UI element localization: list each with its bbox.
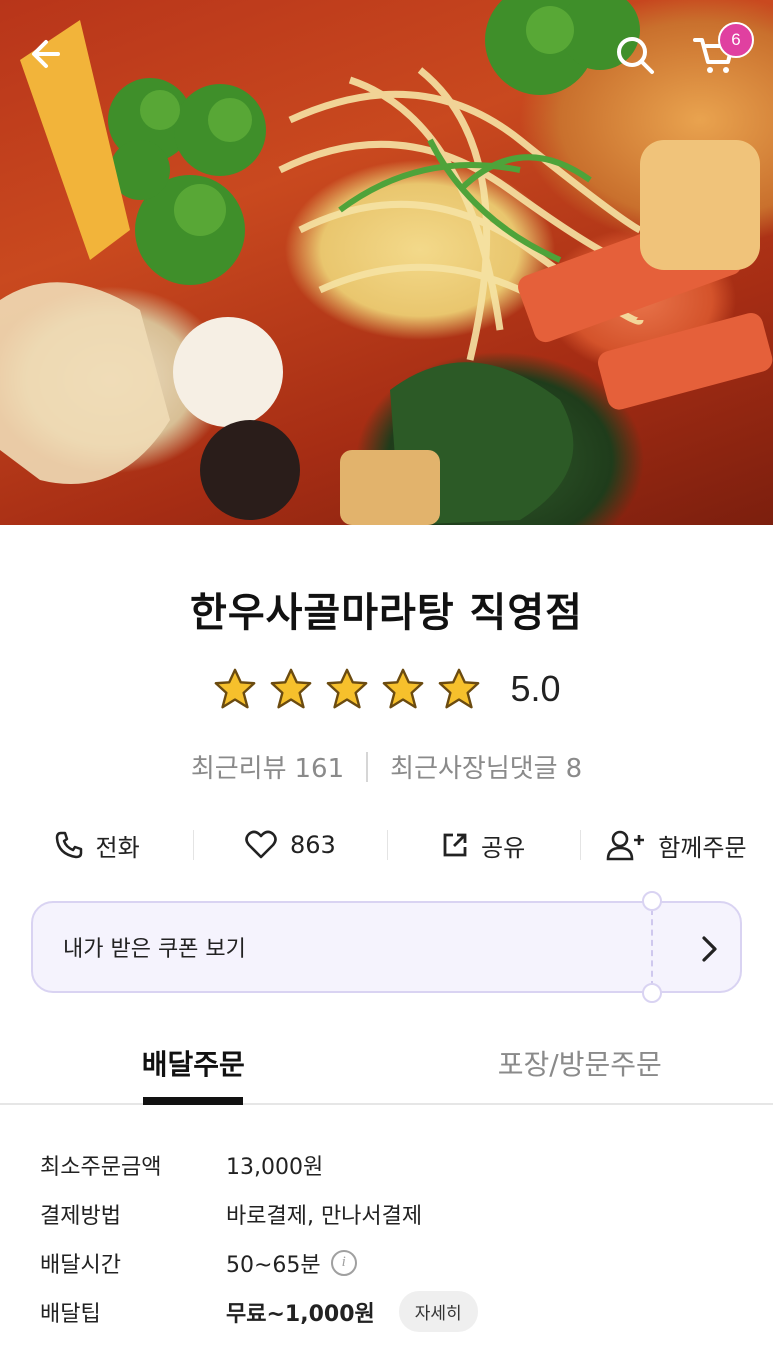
owner-replies-label: 최근사장님댓글 [390,754,558,784]
owner-replies-link[interactable]: 최근사장님댓글 8 [390,748,582,785]
delivery-tip-value: 무료~1,000원 [226,1301,375,1327]
rating-value: 5.0 [510,668,561,709]
like-count: 863 [289,831,336,859]
share-icon [443,833,467,857]
like-button[interactable]: 863 [193,818,386,872]
share-label: 공유 [481,833,526,862]
store-actions: 전화 863 공유 함께주문 [0,818,773,872]
info-row-min-order: 최소주문금액 13,000원 [40,1140,740,1189]
store-name: 한우사골마라탕 직영점 [190,590,583,636]
delivery-time-value: 50~65분 [226,1252,321,1278]
delivery-time-group: 50~65분 i [226,1247,357,1279]
review-summary: 최근리뷰 161 최근사장님댓글 8 [0,748,773,785]
info-row-payment: 결제방법 바로결제, 만나서결제 [40,1189,740,1238]
phone-icon [55,831,82,859]
cart-button[interactable]: 6 [692,22,754,88]
star-icon [439,668,480,709]
group-order-label: 함께주문 [658,833,747,862]
star-icon [271,668,312,709]
payment-value: 바로결제, 만나서결제 [226,1203,423,1229]
info-row-delivery-tip: 배달팁 무료~1,000원 자세히 [40,1287,740,1336]
call-label: 전화 [95,833,140,862]
owner-replies-count: 8 [565,754,583,784]
coupon-label: 내가 받은 쿠폰 보기 [63,937,246,962]
delivery-info: 최소주문금액 13,000원 결제방법 바로결제, 만나서결제 배달시간 50~… [40,1140,740,1336]
star-icon [215,668,256,709]
arrow-left-icon [32,40,60,68]
cart-count-badge: 6 [718,22,754,58]
order-type-tabs: 배달주문 포장/방문주문 [0,1035,773,1105]
tab-delivery[interactable]: 배달주문 [0,1035,387,1105]
store-hero-image: 6 [0,0,773,525]
search-button[interactable] [614,34,666,86]
back-button[interactable] [26,34,78,86]
tab-pickup[interactable]: 포장/방문주문 [387,1035,773,1103]
coupon-notch [642,983,662,1003]
search-icon [617,37,654,74]
delivery-tip-label: 배달팁 [40,1301,101,1327]
coupon-divider [651,909,653,987]
delivery-time-label: 배달시간 [40,1252,121,1278]
star-icon [327,668,368,709]
recent-reviews-count: 161 [294,754,345,784]
star-icon [383,668,424,709]
rating-row[interactable]: 5.0 [0,666,773,712]
chevron-right-icon [702,936,717,962]
divider [366,751,369,782]
info-row-delivery-time: 배달시간 50~65분 i [40,1238,740,1287]
info-icon[interactable]: i [330,1249,357,1276]
payment-label: 결제방법 [40,1203,121,1229]
recent-reviews-label: 최근리뷰 [190,754,287,784]
coupon-notch [642,891,662,911]
group-order-button[interactable]: 함께주문 [579,818,773,872]
add-person-icon [606,830,645,861]
heart-icon [245,830,277,859]
min-order-label: 최소주문금액 [40,1154,162,1180]
call-button[interactable]: 전화 [0,818,193,872]
delivery-tip-group: 무료~1,000원 자세히 [226,1291,478,1332]
coupon-banner[interactable]: 내가 받은 쿠폰 보기 [31,891,742,1003]
share-button[interactable]: 공유 [386,818,580,872]
min-order-value: 13,000원 [226,1154,324,1180]
delivery-tip-detail-button[interactable]: 자세히 [398,1291,478,1332]
recent-reviews-link[interactable]: 최근리뷰 161 [191,748,344,785]
